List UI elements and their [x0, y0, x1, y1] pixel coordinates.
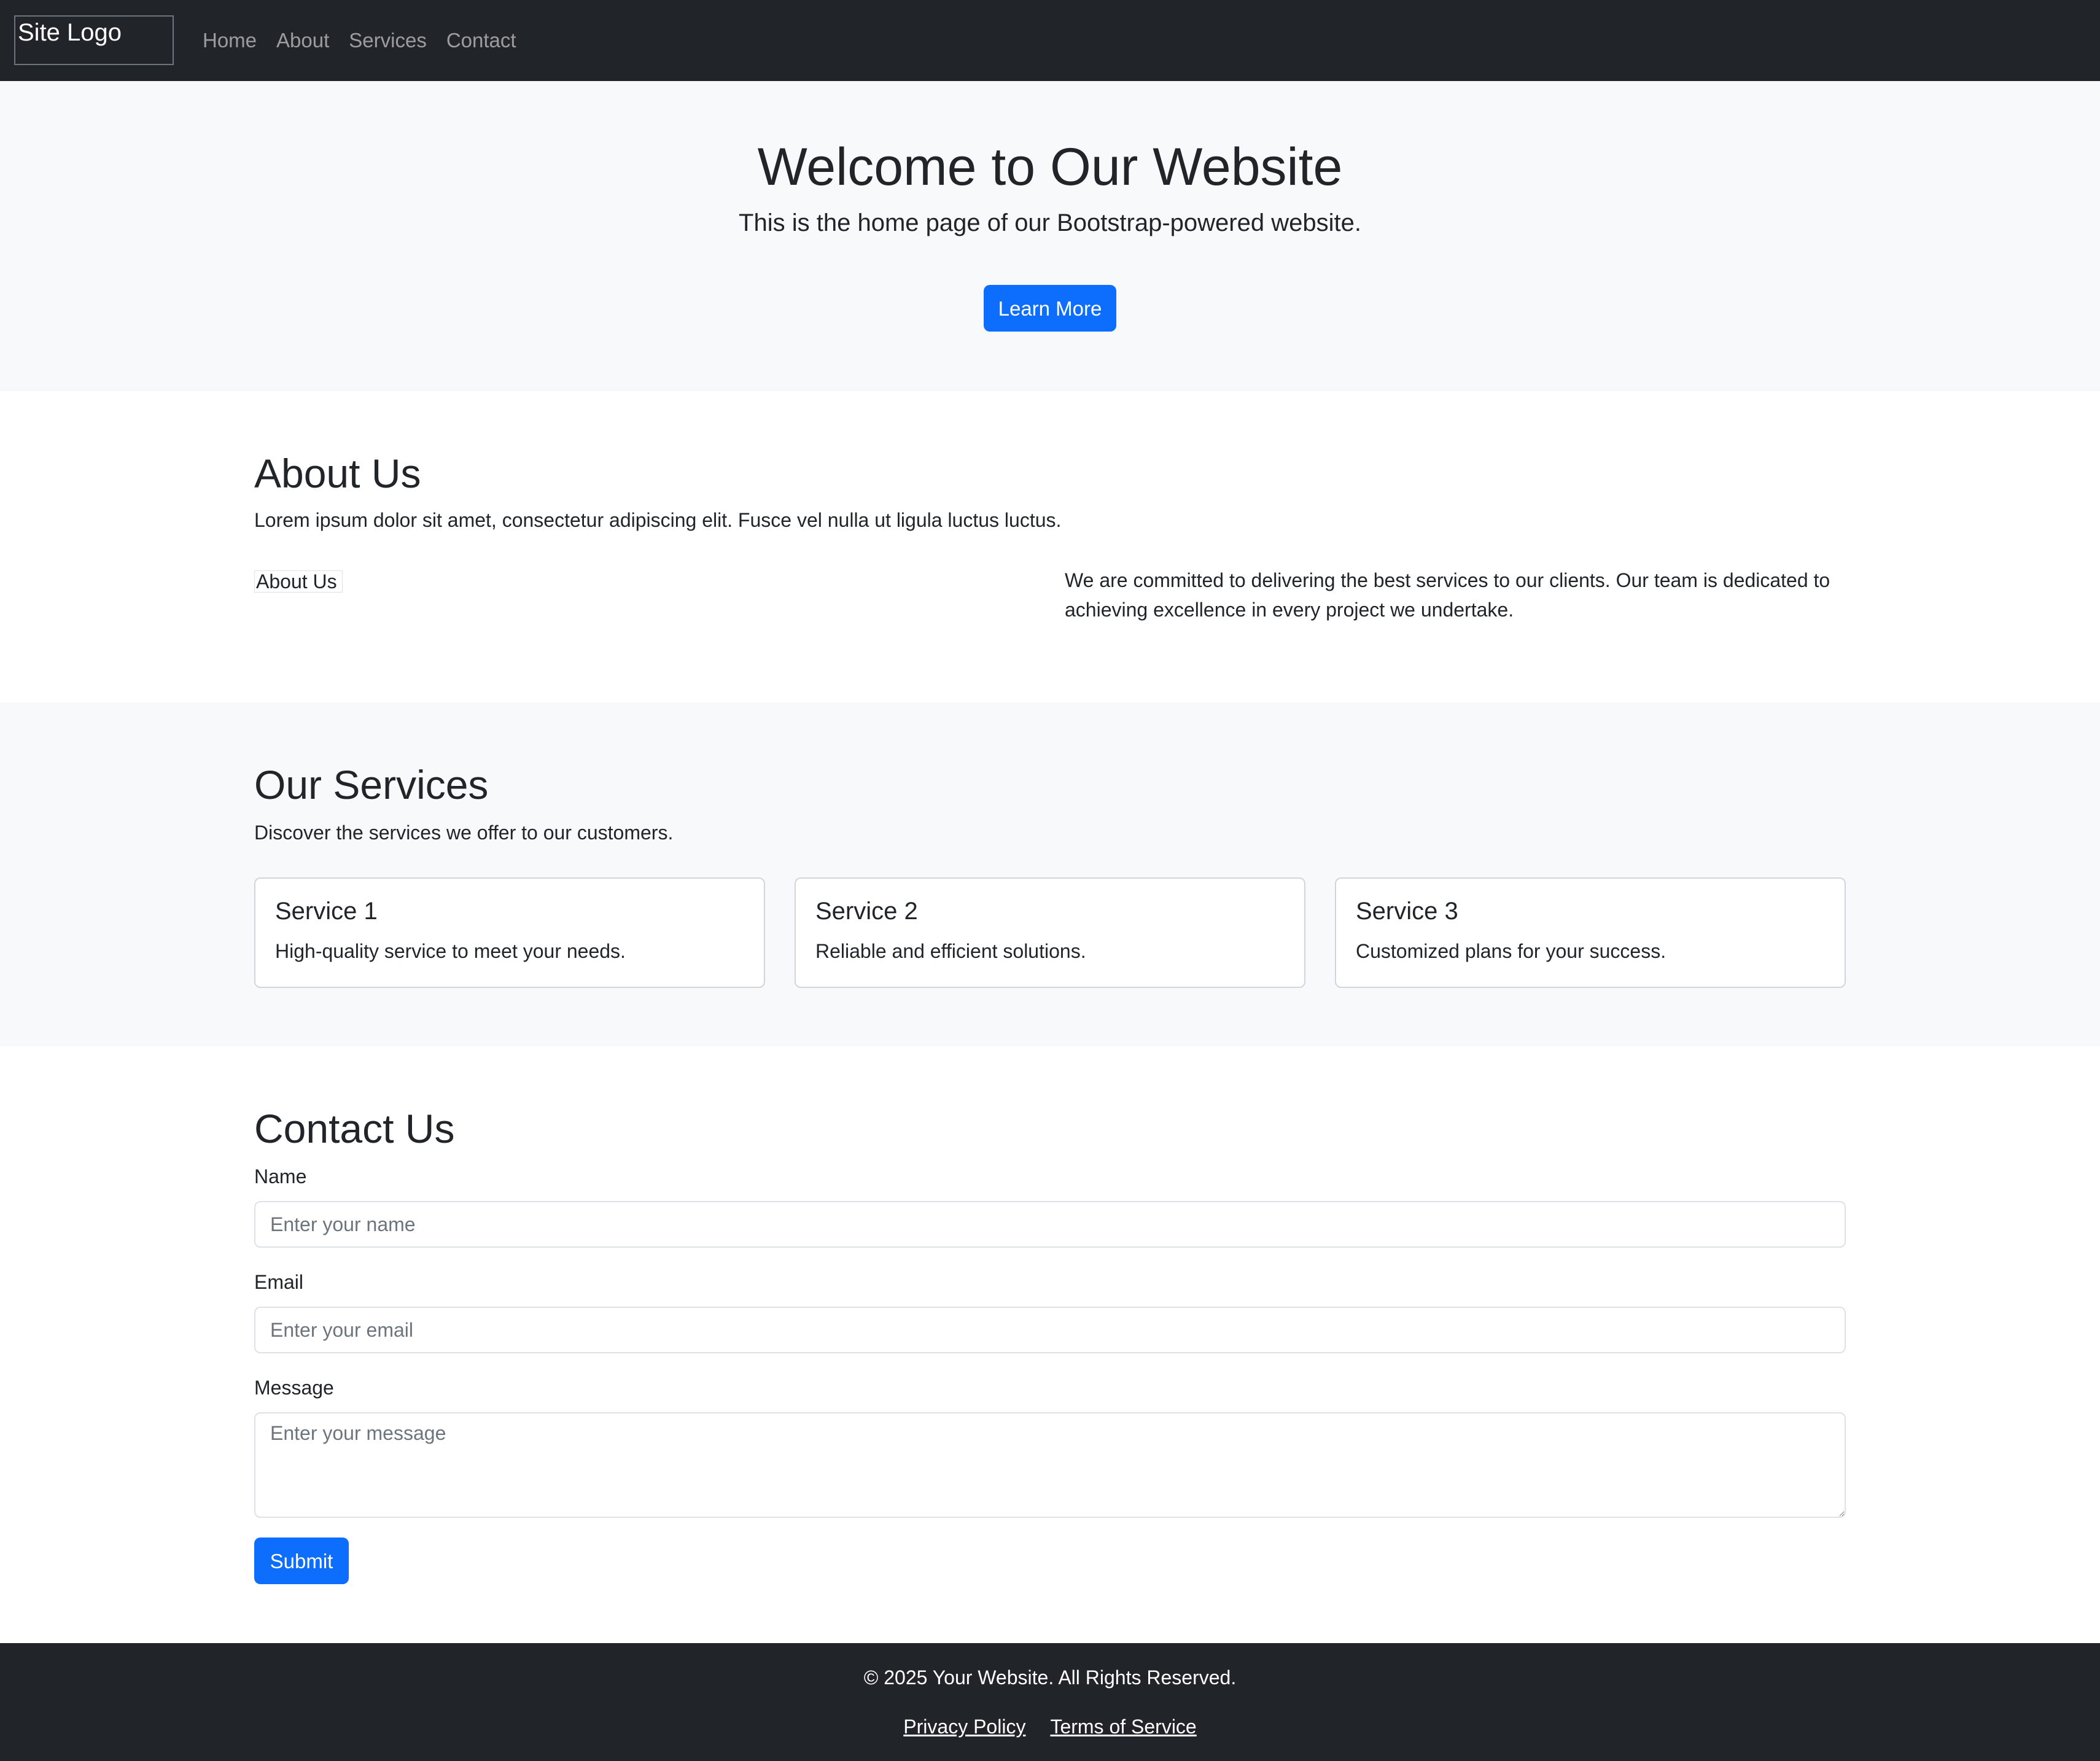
service-card-text: High-quality service to meet your needs.	[275, 940, 626, 962]
footer: © 2025 Your Website. All Rights Reserved…	[0, 1643, 2100, 1761]
nav-link-contact[interactable]: Contact	[446, 25, 516, 56]
privacy-policy-link[interactable]: Privacy Policy	[903, 1713, 1025, 1740]
submit-button[interactable]: Submit	[254, 1537, 349, 1584]
hero-title: Welcome to Our Website	[757, 138, 1343, 196]
about-image: About Us	[254, 570, 343, 593]
footer-copyright: © 2025 Your Website. All Rights Reserved…	[863, 1666, 1237, 1689]
about-section: About Us Lorem ipsum dolor sit amet, con…	[0, 391, 2100, 702]
footer-links: Privacy Policy Terms of Service	[0, 1713, 2100, 1740]
nav-link-services[interactable]: Services	[349, 25, 427, 56]
terms-of-service-link[interactable]: Terms of Service	[1050, 1713, 1196, 1740]
service-card-text: Reliable and efficient solutions.	[815, 940, 1086, 962]
services-section: Our Services Discover the services we of…	[0, 702, 2100, 1046]
learn-more-button[interactable]: Learn More	[984, 285, 1116, 332]
site-logo[interactable]: Site Logo	[14, 15, 174, 65]
services-lead: Discover the services we offer to our cu…	[254, 822, 674, 844]
name-label: Name	[254, 1165, 307, 1188]
service-card-title: Service 1	[275, 898, 378, 925]
service-card-text: Customized plans for your success.	[1356, 940, 1666, 962]
about-text: We are committed to delivering the best …	[1065, 569, 1830, 621]
navbar: Site Logo Home About Services Contact	[0, 0, 2100, 81]
contact-section: Contact Us Name Email Message Submit	[0, 1046, 2100, 1643]
contact-container: Contact Us Name Email Message Submit	[254, 1046, 1846, 1643]
email-input[interactable]	[254, 1307, 1846, 1353]
about-title: About Us	[254, 451, 421, 496]
about-container: About Us Lorem ipsum dolor sit amet, con…	[254, 391, 1846, 702]
message-label: Message	[254, 1377, 334, 1399]
hero-section: Welcome to Our Website This is the home …	[0, 81, 2100, 391]
services-title: Our Services	[254, 762, 489, 807]
services-container: Our Services Discover the services we of…	[254, 702, 1846, 1046]
service-card-1: Service 1 High-quality service to meet y…	[254, 877, 765, 988]
service-card-title: Service 2	[815, 898, 918, 925]
service-card-2: Service 2 Reliable and efficient solutio…	[795, 877, 1305, 988]
email-label: Email	[254, 1271, 304, 1293]
nav-link-about[interactable]: About	[276, 25, 329, 56]
site-logo-text: Site Logo	[18, 19, 122, 46]
contact-title: Contact Us	[254, 1106, 455, 1151]
about-lead: Lorem ipsum dolor sit amet, consectetur …	[254, 509, 1062, 531]
service-card-title: Service 3	[1356, 898, 1458, 925]
name-input[interactable]	[254, 1201, 1846, 1248]
hero-subtitle: This is the home page of our Bootstrap-p…	[739, 209, 1361, 236]
service-card-3: Service 3 Customized plans for your succ…	[1335, 877, 1846, 988]
message-textarea[interactable]	[254, 1412, 1846, 1518]
nav-links: Home About Services Contact	[203, 25, 516, 56]
nav-link-home[interactable]: Home	[203, 25, 257, 56]
